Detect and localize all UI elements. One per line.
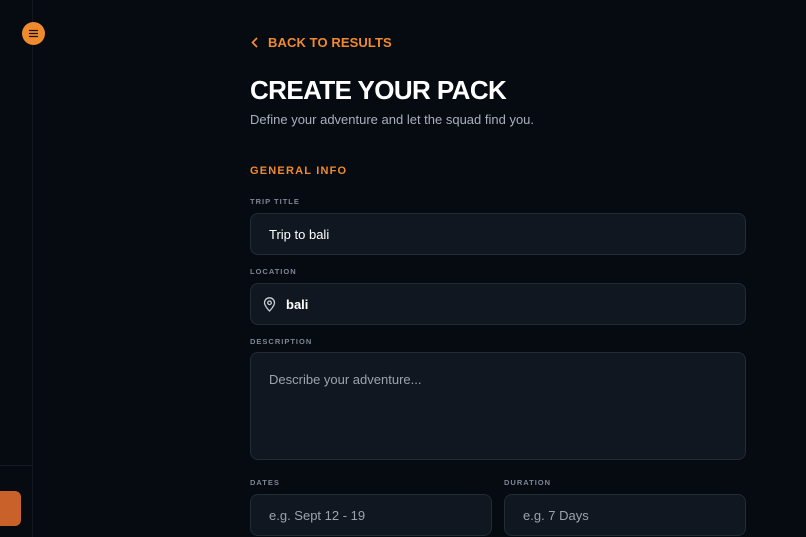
back-to-results-link[interactable]: BACK TO RESULTS bbox=[250, 35, 392, 50]
location-label: LOCATION bbox=[250, 267, 297, 276]
dates-label: DATES bbox=[250, 478, 280, 487]
section-title-general-info: GENERAL INFO bbox=[250, 165, 348, 177]
back-label: BACK TO RESULTS bbox=[268, 35, 392, 50]
description-textarea[interactable] bbox=[250, 352, 746, 460]
rail-divider bbox=[0, 465, 33, 466]
description-label: DESCRIPTION bbox=[250, 337, 313, 346]
chevron-left-icon bbox=[251, 37, 258, 48]
duration-label: DURATION bbox=[504, 478, 552, 487]
trip-title-input[interactable] bbox=[250, 213, 746, 255]
rail-action-tab[interactable] bbox=[0, 491, 21, 526]
location-field[interactable] bbox=[250, 283, 746, 325]
dates-input[interactable] bbox=[250, 494, 492, 536]
menu-button[interactable] bbox=[22, 22, 45, 45]
page-subtitle: Define your adventure and let the squad … bbox=[250, 112, 535, 127]
hamburger-icon bbox=[28, 29, 39, 38]
duration-input[interactable] bbox=[504, 494, 746, 536]
sidebar-rail bbox=[0, 0, 45, 537]
page-title: CREATE YOUR PACK bbox=[250, 75, 507, 105]
location-input[interactable] bbox=[276, 284, 745, 324]
trip-title-label: TRIP TITLE bbox=[250, 197, 300, 206]
map-pin-icon bbox=[263, 296, 276, 312]
